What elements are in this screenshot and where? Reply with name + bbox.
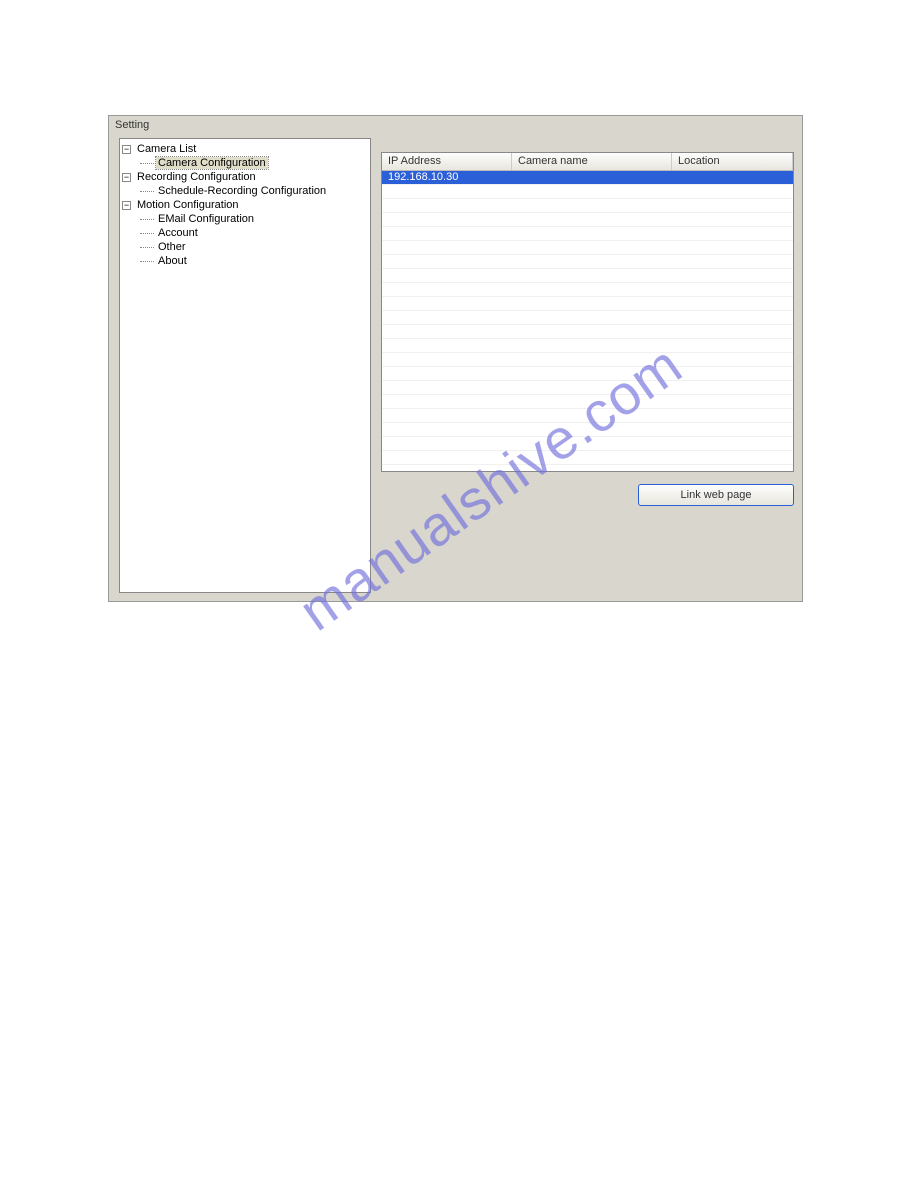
table-row[interactable] xyxy=(382,437,793,451)
tree-connector xyxy=(140,261,154,262)
table-row[interactable] xyxy=(382,367,793,381)
tree-connector xyxy=(140,219,154,220)
collapse-icon[interactable]: − xyxy=(122,145,131,154)
table-row[interactable] xyxy=(382,199,793,213)
cell-name xyxy=(512,171,672,184)
tree-connector xyxy=(140,163,154,164)
tree-label: About xyxy=(156,255,189,267)
table-row[interactable] xyxy=(382,255,793,269)
collapse-icon[interactable]: − xyxy=(122,173,131,182)
table-row[interactable] xyxy=(382,241,793,255)
tree-label: Other xyxy=(156,241,188,253)
table-row[interactable] xyxy=(382,213,793,227)
tree-connector xyxy=(140,191,154,192)
table-header: IP Address Camera name Location xyxy=(382,153,793,171)
tree-label: Motion Configuration xyxy=(135,199,241,211)
table-row[interactable] xyxy=(382,311,793,325)
table-row[interactable] xyxy=(382,451,793,465)
tree-label: Camera Configuration xyxy=(156,157,268,169)
tree-item-recording-configuration[interactable]: − Recording Configuration xyxy=(122,170,368,184)
collapse-icon[interactable]: − xyxy=(122,201,131,210)
tree-item-camera-configuration[interactable]: Camera Configuration xyxy=(122,156,368,170)
link-web-page-button[interactable]: Link web page xyxy=(638,484,794,506)
table-row[interactable] xyxy=(382,395,793,409)
column-header-location[interactable]: Location xyxy=(672,153,793,170)
window-title: Setting xyxy=(109,116,802,134)
cell-location xyxy=(672,171,793,184)
tree-label: Camera List xyxy=(135,143,198,155)
tree-item-account[interactable]: Account xyxy=(122,226,368,240)
tree-item-motion-configuration[interactable]: − Motion Configuration xyxy=(122,198,368,212)
tree-item-about[interactable]: About xyxy=(122,254,368,268)
table-row[interactable] xyxy=(382,269,793,283)
table-row[interactable] xyxy=(382,283,793,297)
table-row[interactable] xyxy=(382,423,793,437)
camera-table: IP Address Camera name Location 192.168.… xyxy=(381,152,794,472)
tree-item-schedule-recording-configuration[interactable]: Schedule-Recording Configuration xyxy=(122,184,368,198)
table-row[interactable] xyxy=(382,409,793,423)
tree-item-other[interactable]: Other xyxy=(122,240,368,254)
setting-window: Setting − Camera List Camera Configurati… xyxy=(108,115,803,602)
table-row[interactable] xyxy=(382,325,793,339)
table-row[interactable] xyxy=(382,339,793,353)
tree-item-camera-list[interactable]: − Camera List xyxy=(122,142,368,156)
tree-item-email-configuration[interactable]: EMail Configuration xyxy=(122,212,368,226)
table-body: 192.168.10.30 xyxy=(382,171,793,472)
table-row[interactable] xyxy=(382,185,793,199)
tree-connector xyxy=(140,247,154,248)
table-row[interactable] xyxy=(382,297,793,311)
tree-label: Account xyxy=(156,227,200,239)
table-row[interactable]: 192.168.10.30 xyxy=(382,171,793,185)
table-row[interactable] xyxy=(382,381,793,395)
tree-panel: − Camera List Camera Configuration − Rec… xyxy=(119,138,371,593)
table-row[interactable] xyxy=(382,353,793,367)
column-header-ip[interactable]: IP Address xyxy=(382,153,512,170)
tree-label: Recording Configuration xyxy=(135,171,258,183)
cell-ip: 192.168.10.30 xyxy=(382,171,512,184)
tree-connector xyxy=(140,233,154,234)
table-row[interactable] xyxy=(382,227,793,241)
tree-label: EMail Configuration xyxy=(156,213,256,225)
column-header-camera-name[interactable]: Camera name xyxy=(512,153,672,170)
tree-label: Schedule-Recording Configuration xyxy=(156,185,328,197)
